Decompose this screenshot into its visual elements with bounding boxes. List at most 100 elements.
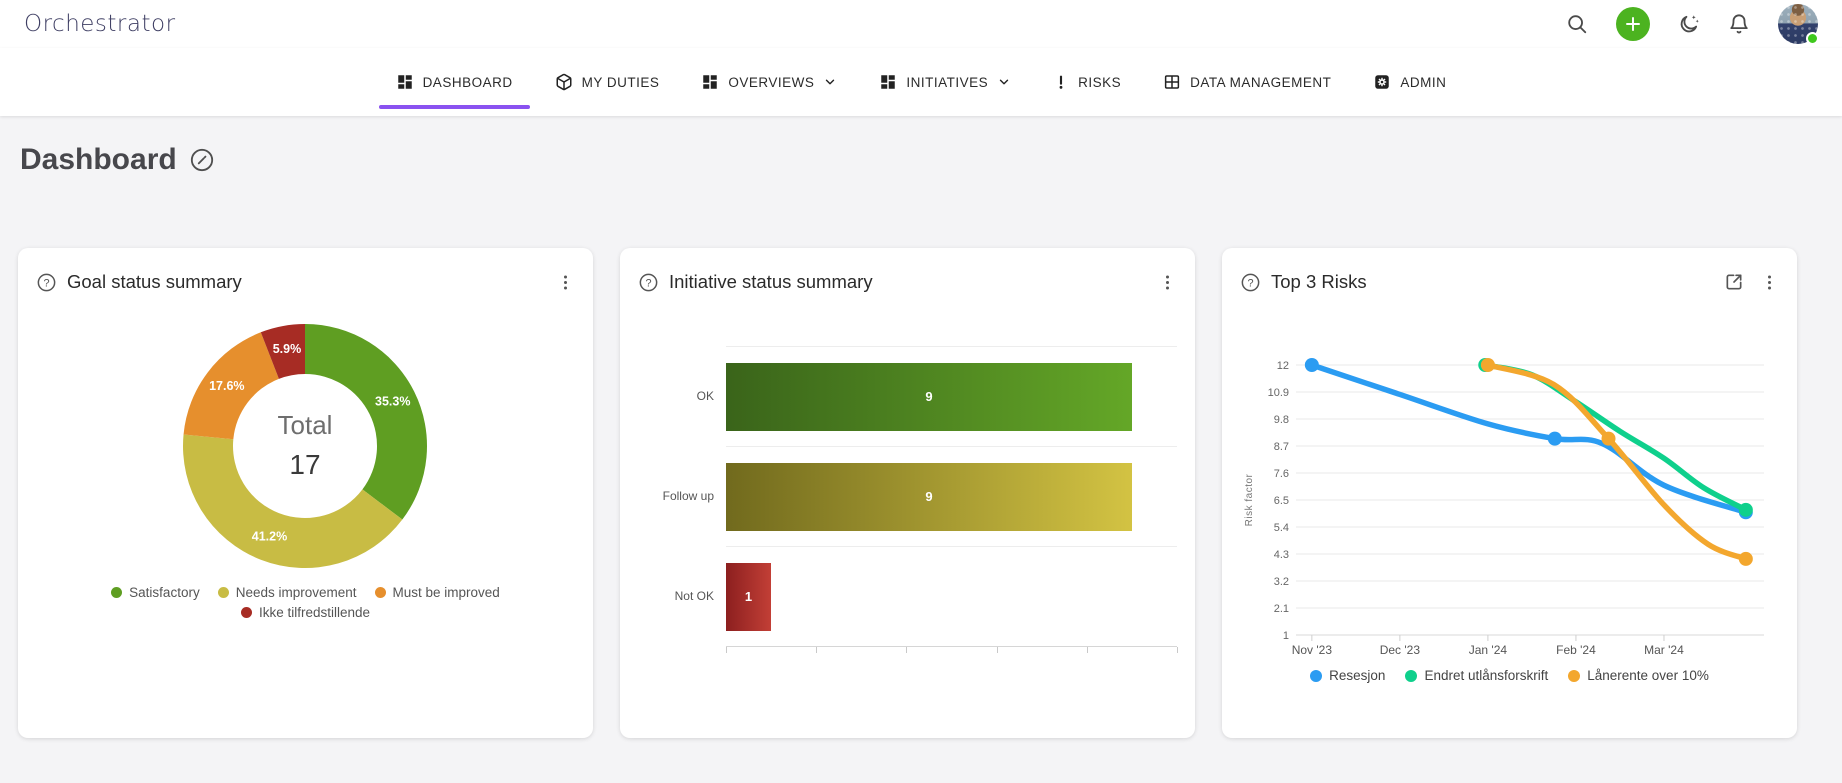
add-button[interactable] — [1616, 7, 1650, 41]
dashboard-cards: ? Goal status summary 35.3%41.2%17.6%5.9… — [18, 248, 1824, 738]
legend-dot — [1405, 670, 1417, 682]
svg-text:?: ? — [645, 277, 651, 289]
svg-text:?: ? — [1247, 277, 1253, 289]
y-tick-label: 12 — [1277, 360, 1289, 372]
x-tick-label: Jan '24 — [1469, 643, 1508, 657]
donut-percent-label: 41.2% — [252, 530, 287, 544]
x-tick-label: Mar '24 — [1644, 643, 1684, 657]
card-initiative-status-summary: ? Initiative status summary OK9Follow up… — [620, 248, 1195, 738]
open-external-icon[interactable] — [1724, 272, 1744, 292]
legend-row: Ikke tilfredstillende — [241, 605, 370, 620]
data-point-marker[interactable] — [1739, 552, 1753, 566]
data-point-marker[interactable] — [1602, 432, 1616, 446]
page-title: Dashboard — [20, 143, 177, 177]
presence-status-dot — [1806, 32, 1819, 45]
donut-center-label: Total — [278, 410, 333, 440]
chevron-down-icon — [823, 75, 837, 89]
bar[interactable]: 1 — [726, 563, 771, 631]
bar-track: 9 — [726, 346, 1177, 446]
series-line — [1312, 365, 1746, 512]
x-tick-label: Nov '23 — [1292, 643, 1333, 657]
help-icon[interactable]: ? — [1240, 272, 1261, 293]
legend-label: Lånerente over 10% — [1587, 668, 1709, 683]
exclamation-icon — [1053, 74, 1069, 90]
donut-percent-label: 5.9% — [273, 342, 302, 356]
y-tick-label: 10.9 — [1268, 387, 1289, 399]
bar-category-label: OK — [638, 346, 726, 446]
bar-chart: OK9Follow up9Not OK1 — [638, 346, 1177, 654]
card-title: Initiative status summary — [669, 271, 873, 293]
nav-item-risks[interactable]: RISKS — [1032, 48, 1142, 116]
kebab-menu-icon[interactable] — [1158, 273, 1177, 292]
legend-label: Satisfactory — [129, 585, 200, 600]
edit-pencil-icon[interactable] — [189, 147, 215, 173]
axis-tick — [1087, 647, 1088, 653]
notifications-bell-icon[interactable] — [1728, 13, 1750, 35]
legend-item[interactable]: Resesjon — [1310, 668, 1385, 683]
legend-item[interactable]: Ikke tilfredstillende — [241, 605, 370, 620]
bar-value-label: 9 — [925, 389, 932, 404]
legend-label: Needs improvement — [236, 585, 357, 600]
data-point-marker[interactable] — [1481, 358, 1495, 372]
svg-text:?: ? — [43, 277, 49, 289]
nav-item-admin[interactable]: ADMIN — [1352, 48, 1467, 116]
nav-item-overviews[interactable]: OVERVIEWS — [680, 48, 858, 116]
page-header: Dashboard — [20, 143, 1842, 177]
bar-row: Not OK1 — [638, 546, 1177, 646]
nav-item-data-management[interactable]: DATA MANAGEMENT — [1142, 48, 1352, 116]
y-tick-label: 6.5 — [1274, 495, 1289, 507]
y-tick-label: 2.1 — [1274, 603, 1289, 615]
line-legend: Resesjon Endret utlånsforskrift Lånerente … — [1240, 668, 1779, 683]
legend-item[interactable]: Lånerente over 10% — [1568, 668, 1709, 683]
y-tick-label: 4.3 — [1274, 549, 1289, 561]
package-icon — [555, 73, 573, 91]
data-point-marker[interactable] — [1305, 358, 1319, 372]
y-tick-label: 7.6 — [1274, 468, 1289, 480]
card-title: Goal status summary — [67, 271, 242, 293]
nav-item-dashboard[interactable]: DASHBOARD — [375, 48, 534, 116]
legend-dot — [1310, 670, 1322, 682]
axis-tick — [1177, 647, 1178, 653]
x-tick-label: Dec '23 — [1380, 643, 1421, 657]
search-icon[interactable] — [1566, 13, 1588, 35]
nav-label: DASHBOARD — [423, 75, 513, 90]
legend-dot — [218, 587, 229, 598]
series-line — [1488, 365, 1746, 559]
main-nav: DASHBOARD MY DUTIES OVERVIEWS INITIATIVE… — [0, 48, 1842, 116]
bar-value-label: 9 — [925, 489, 932, 504]
kebab-menu-icon[interactable] — [556, 273, 575, 292]
legend-item[interactable]: Needs improvement — [218, 585, 357, 600]
bar-x-axis — [726, 646, 1177, 654]
bar[interactable]: 9 — [726, 463, 1132, 531]
data-point-marker[interactable] — [1739, 503, 1753, 517]
bar-row: OK 9 — [638, 346, 1177, 446]
user-avatar[interactable] — [1778, 4, 1818, 44]
bar-track: 9 — [726, 446, 1177, 546]
axis-tick — [906, 647, 907, 653]
legend-dot — [111, 587, 122, 598]
donut-percent-label: 35.3% — [375, 395, 410, 409]
dark-mode-moon-icon[interactable] — [1678, 13, 1700, 35]
dashboard-icon — [701, 73, 719, 91]
series-line — [1485, 365, 1746, 510]
legend-item[interactable]: Satisfactory — [111, 585, 200, 600]
donut-legend: Satisfactory Needs improvement Must be imp… — [36, 585, 575, 620]
x-tick-label: Feb '24 — [1556, 643, 1596, 657]
legend-dot — [375, 587, 386, 598]
window-grid-icon — [1163, 73, 1181, 91]
kebab-menu-icon[interactable] — [1760, 273, 1779, 292]
help-icon[interactable]: ? — [36, 272, 57, 293]
help-icon[interactable]: ? — [638, 272, 659, 293]
nav-item-initiatives[interactable]: INITIATIVES — [858, 48, 1032, 116]
legend-item[interactable]: Must be improved — [375, 585, 500, 600]
legend-item[interactable]: Endret utlånsforskrift — [1405, 668, 1548, 683]
nav-item-my-duties[interactable]: MY DUTIES — [534, 48, 681, 116]
axis-tick — [816, 647, 817, 653]
bar-value-label: 1 — [745, 589, 752, 604]
legend-label: Resesjon — [1329, 668, 1385, 683]
card-top-3-risks: ? Top 3 Risks 1210.99.88.77.66.55.44.33.… — [1222, 248, 1797, 738]
legend-label: Ikke tilfredstillende — [259, 605, 370, 620]
data-point-marker[interactable] — [1548, 432, 1562, 446]
legend-label: Must be improved — [393, 585, 500, 600]
bar[interactable]: 9 — [726, 363, 1132, 431]
